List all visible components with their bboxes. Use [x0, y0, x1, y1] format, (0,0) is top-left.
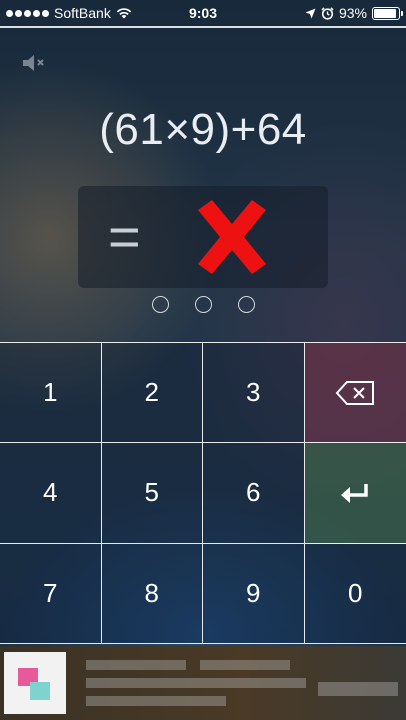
key-3[interactable]: 3 — [203, 343, 305, 444]
key-8[interactable]: 8 — [101, 543, 203, 644]
ad-thumbnail — [4, 652, 66, 714]
signal-strength-icon — [6, 9, 49, 17]
key-4[interactable]: 4 — [0, 443, 102, 544]
ad-text-blurred — [86, 660, 186, 670]
number-keypad: 1 2 3 4 5 6 7 8 9 0 — [0, 342, 406, 644]
status-bar: SoftBank 9:03 93% — [0, 0, 406, 26]
ad-text-blurred — [86, 678, 306, 688]
ad-text-blurred — [200, 660, 290, 670]
progress-indicator — [0, 296, 406, 313]
key-2[interactable]: 2 — [101, 343, 203, 444]
key-7[interactable]: 7 — [0, 543, 102, 644]
key-6[interactable]: 6 — [203, 443, 305, 544]
battery-percentage: 93% — [338, 5, 367, 21]
progress-dot — [194, 296, 212, 313]
enter-button[interactable] — [304, 443, 406, 544]
alarm-clock-icon — [321, 6, 334, 20]
clock: 9:03 — [188, 5, 218, 21]
ad-text-blurred — [318, 682, 398, 696]
math-problem: (61×9)+64 — [99, 105, 307, 154]
backspace-button[interactable] — [304, 343, 406, 444]
key-5[interactable]: 5 — [101, 443, 203, 544]
key-1[interactable]: 1 — [0, 343, 102, 444]
progress-dot — [237, 296, 255, 313]
speaker-muted-icon[interactable] — [20, 52, 50, 74]
status-right: 93% — [305, 5, 403, 21]
wifi-icon — [116, 8, 132, 19]
ad-text-blurred — [86, 696, 226, 706]
ad-banner[interactable] — [0, 646, 406, 720]
status-divider — [0, 26, 406, 28]
battery-fill — [374, 8, 397, 18]
carrier-label: SoftBank — [54, 5, 111, 21]
return-icon — [341, 483, 368, 503]
backspace-icon — [335, 380, 375, 405]
key-9[interactable]: 9 — [203, 543, 305, 644]
location-arrow-icon — [305, 8, 316, 18]
key-0[interactable]: 0 — [304, 543, 406, 644]
red-x-icon — [198, 200, 266, 274]
progress-dot — [151, 296, 169, 313]
battery-icon — [372, 6, 403, 20]
status-left: SoftBank — [6, 5, 132, 21]
answer-box: = — [78, 186, 328, 288]
equals-sign: = — [108, 205, 141, 268]
